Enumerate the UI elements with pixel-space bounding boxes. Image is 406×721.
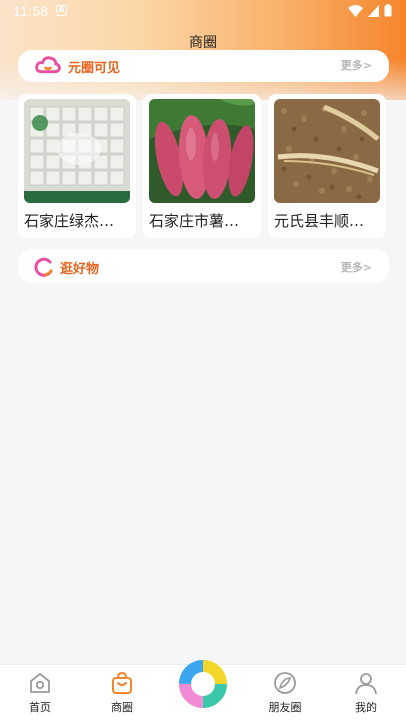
tab-mine[interactable]: 我的 xyxy=(336,670,396,715)
status-bar: 11:58 A xyxy=(0,0,406,24)
page-title: 商圈 xyxy=(189,35,217,51)
product-card[interactable]: 石家庄市薯… xyxy=(143,94,261,238)
section-title: 逛好物 xyxy=(60,262,100,277)
center-ring-button[interactable] xyxy=(178,659,228,709)
tab-label: 我的 xyxy=(355,701,377,714)
product-card[interactable]: 石家庄绿杰… xyxy=(18,94,136,238)
more-link[interactable]: 更多> xyxy=(341,57,372,73)
tab-label: 朋友圈 xyxy=(268,701,302,714)
shopping-bag-icon xyxy=(112,671,132,694)
more-link[interactable]: 更多> xyxy=(341,259,372,275)
section-guanghaowu: 逛好物 更多> xyxy=(18,249,389,283)
compass-icon xyxy=(274,672,296,694)
status-time: 11:58 xyxy=(13,3,49,19)
battery-icon xyxy=(384,4,392,17)
status-icons xyxy=(348,4,392,17)
section-title: 元圈可见 xyxy=(68,61,121,76)
tab-pengyouquan[interactable]: 朋友圈 xyxy=(255,670,315,715)
home-icon xyxy=(30,673,50,693)
product-name: 元氏县丰顺… xyxy=(274,212,365,230)
product-card[interactable]: 元氏县丰顺… xyxy=(268,94,386,238)
tab-shangquan[interactable]: 商圈 xyxy=(92,670,152,715)
product-name: 石家庄市薯… xyxy=(149,212,240,230)
product-image-tofu xyxy=(24,99,130,203)
tab-label: 商圈 xyxy=(111,701,133,714)
signal-icon xyxy=(368,4,379,17)
section-yuanquan: 元圈可见 更多> xyxy=(18,50,389,82)
wifi-icon xyxy=(348,4,363,17)
product-image-wheat xyxy=(274,99,380,203)
cloud-logo-icon xyxy=(35,56,61,74)
tab-label: 首页 xyxy=(29,701,51,714)
loop-logo-icon xyxy=(34,257,53,277)
notification-icon: A xyxy=(56,5,67,16)
person-icon xyxy=(355,673,377,695)
product-name: 石家庄绿杰… xyxy=(24,212,115,230)
product-image-sweet-potato xyxy=(149,99,255,203)
tab-home[interactable]: 首页 xyxy=(10,670,70,715)
